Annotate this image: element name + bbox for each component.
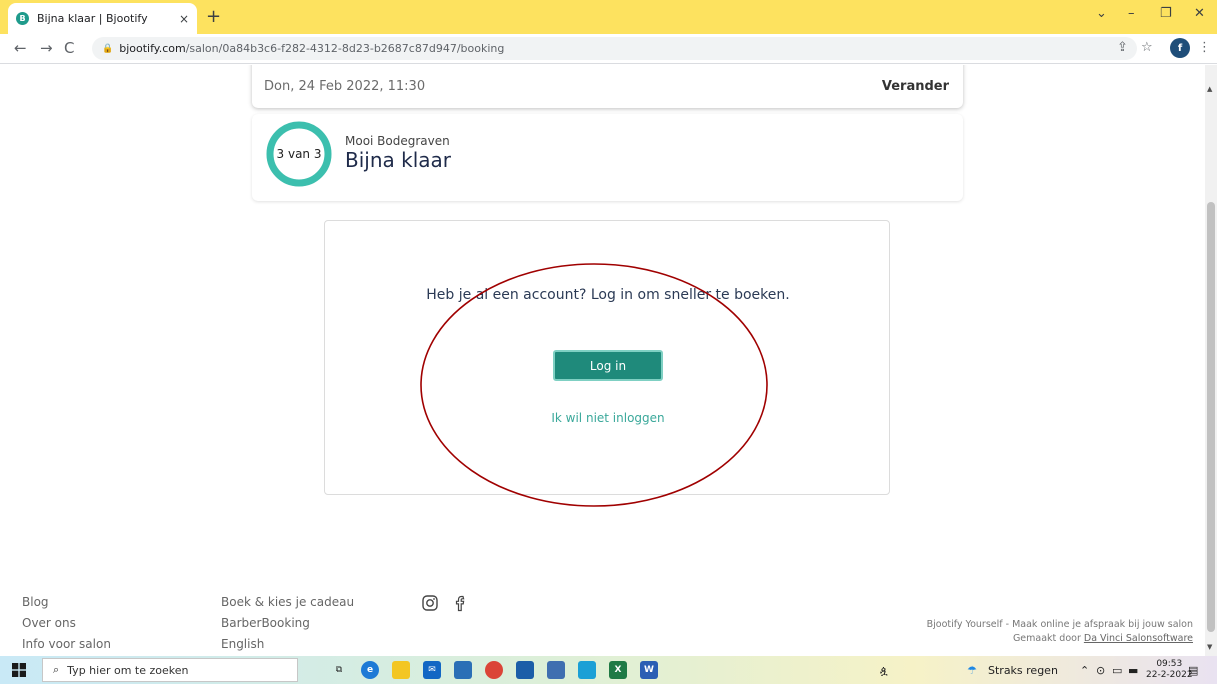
- tab-close-icon[interactable]: ×: [179, 12, 189, 26]
- chevron-up-icon[interactable]: ⌃: [1080, 664, 1089, 677]
- search-icon: ⌕: [53, 663, 60, 676]
- browser-title-bar: B Bijna klaar | Bjootify × + ⌄ – ❐ ✕: [0, 0, 1217, 34]
- page-content: Don, 24 Feb 2022, 11:30 Verander 3 van 3…: [0, 65, 1205, 656]
- network-icon[interactable]: ▭: [1112, 664, 1122, 677]
- footer-made-by: Gemaakt door Da Vinci Salonsoftware: [1013, 633, 1193, 644]
- url-path: /salon/0a84b3c6-f282-4312-8d23-b2687c87d…: [185, 42, 505, 55]
- chrome-icon[interactable]: [485, 661, 503, 679]
- footer-tagline: Bjootify Yourself - Maak online je afspr…: [926, 619, 1193, 630]
- bjootify-favicon-icon: B: [16, 12, 29, 25]
- people-icon[interactable]: ዿ: [880, 664, 888, 678]
- footer-link-blog[interactable]: Blog: [22, 595, 49, 609]
- address-bar[interactable]: 🔒 bjootify.com/salon/0a84b3c6-f282-4312-…: [92, 37, 1137, 60]
- notification-icon[interactable]: ▤: [1188, 664, 1198, 677]
- browser-toolbar: ← → C 🔒 bjootify.com/salon/0a84b3c6-f282…: [0, 34, 1217, 64]
- appointment-date-card: Don, 24 Feb 2022, 11:30 Verander: [252, 65, 963, 108]
- salon-name: Mooi Bodegraven: [345, 134, 450, 148]
- forward-icon[interactable]: →: [40, 39, 53, 57]
- weather-text[interactable]: Straks regen: [988, 664, 1058, 677]
- login-prompt-card: Heb je al een account? Log in om sneller…: [324, 220, 890, 495]
- umbrella-weather-icon[interactable]: ☂: [967, 664, 977, 677]
- tab-search-icon[interactable]: ⌄: [1096, 6, 1107, 21]
- page-scrollbar[interactable]: ▲ ▼: [1205, 65, 1217, 656]
- bookmark-star-icon[interactable]: ☆: [1141, 40, 1153, 55]
- restore-icon[interactable]: ❐: [1160, 6, 1172, 21]
- battery-icon[interactable]: ▬: [1128, 664, 1138, 677]
- mail-icon[interactable]: ✉: [423, 661, 441, 679]
- new-tab-button[interactable]: +: [206, 6, 221, 27]
- login-question: Heb je al een account? Log in om sneller…: [426, 287, 790, 303]
- calculator-icon[interactable]: [547, 661, 565, 679]
- edge-icon[interactable]: e: [361, 661, 379, 679]
- taskbar-search[interactable]: ⌕ Typ hier om te zoeken: [42, 658, 298, 682]
- profile-avatar[interactable]: f: [1170, 38, 1190, 58]
- taskbar-clock[interactable]: 09:53 22-2-2022: [1146, 659, 1193, 681]
- footer-link-barberbooking[interactable]: BarberBooking: [221, 616, 310, 630]
- made-by-link[interactable]: Da Vinci Salonsoftware: [1084, 633, 1193, 644]
- taskbar-search-placeholder: Typ hier om te zoeken: [67, 663, 189, 677]
- windows-start-icon[interactable]: [12, 663, 26, 677]
- footer-link-cadeau[interactable]: Boek & kies je cadeau: [221, 595, 354, 609]
- footer-link-info-voor-salon[interactable]: Info voor salon: [22, 637, 111, 651]
- scroll-down-icon[interactable]: ▼: [1207, 643, 1212, 651]
- footer-link-english[interactable]: English: [221, 637, 264, 651]
- meet-icon[interactable]: ⊙: [1096, 664, 1105, 677]
- store-icon[interactable]: [578, 661, 596, 679]
- share-icon[interactable]: ⇪: [1117, 40, 1128, 55]
- footer-link-over-ons[interactable]: Over ons: [22, 616, 76, 630]
- login-button[interactable]: Log in: [553, 350, 663, 381]
- word-icon[interactable]: W: [640, 661, 658, 679]
- taskbar-time: 09:53: [1156, 659, 1183, 669]
- url-host: bjootify.com: [119, 42, 186, 55]
- taskbar-date: 22-2-2022: [1146, 670, 1193, 680]
- browser-menu-icon[interactable]: ⋮: [1198, 40, 1211, 55]
- instagram-icon[interactable]: [421, 594, 439, 612]
- excel-icon[interactable]: X: [609, 661, 627, 679]
- step-progress-label: 3 van 3: [276, 147, 322, 161]
- window-close-icon[interactable]: ✕: [1194, 6, 1205, 21]
- back-icon[interactable]: ←: [14, 39, 27, 57]
- booking-step-card: 3 van 3 Mooi Bodegraven Bijna klaar: [252, 114, 963, 201]
- made-by-prefix: Gemaakt door: [1012, 633, 1084, 644]
- file-explorer-icon[interactable]: [392, 661, 410, 679]
- minimize-icon[interactable]: –: [1128, 6, 1135, 21]
- browser-tab[interactable]: B Bijna klaar | Bjootify ×: [8, 3, 197, 34]
- skip-login-link[interactable]: Ik wil niet inloggen: [325, 411, 891, 425]
- lock-icon: 🔒: [102, 43, 114, 54]
- step-title: Bijna klaar: [345, 148, 451, 172]
- facebook-icon[interactable]: [452, 594, 470, 612]
- appointment-date: Don, 24 Feb 2022, 11:30: [264, 79, 426, 94]
- change-date-link[interactable]: Verander: [882, 79, 949, 94]
- tab-title: Bijna klaar | Bjootify: [37, 12, 148, 25]
- photos-icon[interactable]: [516, 661, 534, 679]
- task-view-icon[interactable]: ⧉: [330, 661, 348, 679]
- scrollbar-thumb[interactable]: [1207, 202, 1215, 632]
- app-icon[interactable]: [454, 661, 472, 679]
- windows-taskbar: ⌕ Typ hier om te zoeken ⧉ e ✉ X W ዿ ☂ St…: [0, 656, 1217, 684]
- reload-icon[interactable]: C: [64, 39, 74, 57]
- site-footer: Blog Over ons Info voor salon Boek & kie…: [0, 575, 1205, 656]
- scroll-up-icon[interactable]: ▲: [1207, 85, 1212, 93]
